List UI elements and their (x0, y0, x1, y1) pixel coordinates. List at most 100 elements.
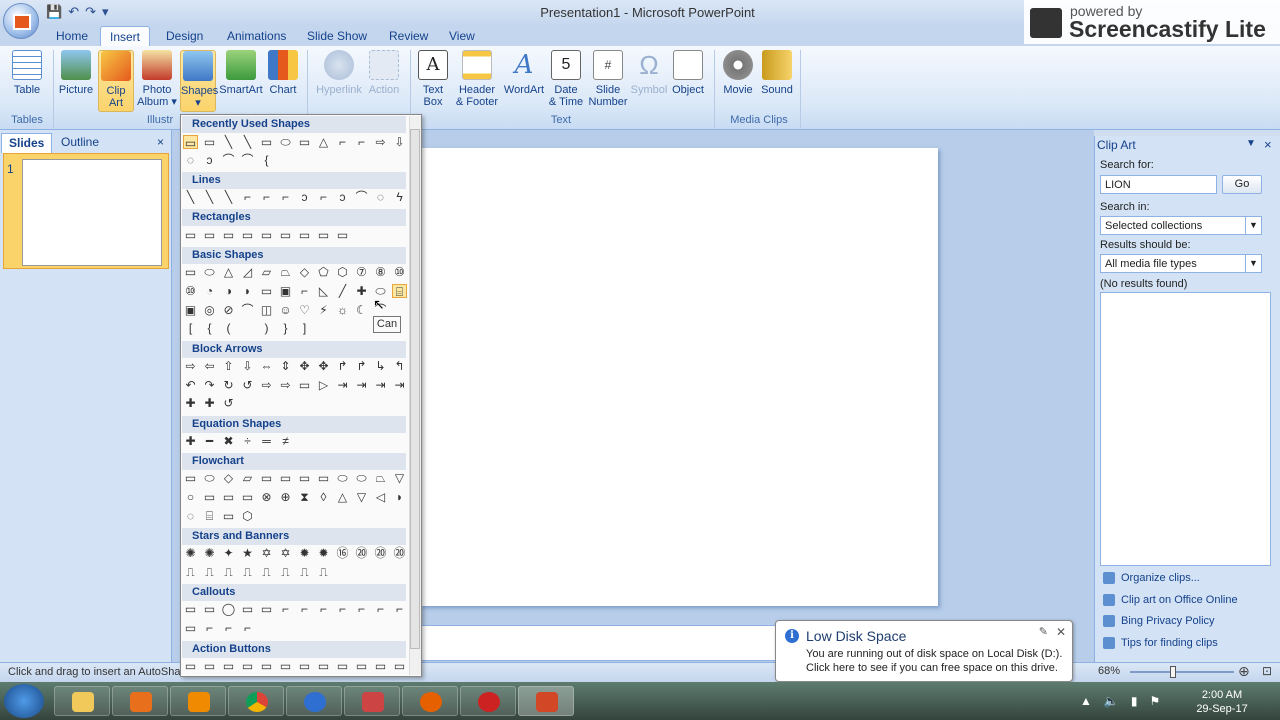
shape-option-icon[interactable]: ▭ (202, 135, 217, 149)
shape-option-icon[interactable]: ▭ (240, 228, 255, 242)
shape-option-icon[interactable]: ⌐ (297, 602, 312, 616)
shape-option-icon[interactable]: ▭ (259, 228, 274, 242)
shape-option-icon[interactable]: ▽ (392, 471, 407, 485)
shape-option-icon[interactable]: ♡ (297, 303, 312, 317)
table-button[interactable]: Table (8, 50, 46, 96)
shape-option-icon[interactable]: ⇥ (354, 378, 369, 392)
shape-option-icon[interactable]: ⌒ (221, 153, 236, 167)
shape-option-icon[interactable]: ▭ (297, 228, 312, 242)
taskbar-app-globe[interactable] (286, 686, 342, 716)
shape-option-icon[interactable]: ⇥ (373, 378, 388, 392)
zoom-slider-thumb[interactable] (1170, 666, 1176, 678)
taskbar-app-vlc[interactable] (170, 686, 226, 716)
shape-option-icon[interactable]: ⇨ (183, 359, 198, 373)
shape-option-icon[interactable]: ◇ (221, 471, 236, 485)
photo-album-button[interactable]: Photo Album ▾ (137, 50, 177, 108)
shape-option-icon[interactable]: ▭ (259, 659, 274, 673)
shape-option-icon[interactable]: ⬭ (278, 135, 293, 149)
shape-option-icon[interactable]: ☾ (354, 303, 369, 317)
taskbar-app-media[interactable] (112, 686, 168, 716)
shape-option-icon[interactable]: ⊘ (221, 303, 236, 317)
slide-number-button[interactable]: # Slide Number (587, 50, 629, 108)
shape-option-icon[interactable]: ⎍ (221, 565, 236, 579)
tab-review[interactable]: Review (380, 26, 437, 47)
shape-option-icon[interactable]: ⎍ (297, 565, 312, 579)
movie-button[interactable]: Movie (720, 50, 756, 96)
slide-canvas[interactable] (420, 148, 938, 606)
shape-option-icon[interactable]: ⌐ (335, 135, 350, 149)
tab-outline[interactable]: Outline (54, 133, 106, 153)
shape-option-icon[interactable]: ⌐ (354, 602, 369, 616)
text-box-button[interactable]: A Text Box (416, 50, 450, 108)
shape-option-icon[interactable]: ⇧ (221, 359, 236, 373)
shape-option-icon[interactable]: ⌐ (259, 190, 274, 204)
shape-option-icon[interactable]: ▭ (202, 659, 217, 673)
volume-icon[interactable]: 🔈 (1104, 694, 1119, 708)
pin-icon[interactable]: ✎ (1039, 625, 1048, 638)
close-icon[interactable]: ✕ (1056, 625, 1066, 639)
shape-option-icon[interactable]: ◊ (316, 490, 331, 504)
shape-option-icon[interactable]: ▭ (202, 602, 217, 616)
shape-option-icon[interactable]: ⏢ (373, 471, 388, 485)
shape-option-icon[interactable]: ◺ (316, 284, 331, 298)
shape-option-icon[interactable]: ▭ (335, 659, 350, 673)
shape-option-icon[interactable]: ⌐ (278, 190, 293, 204)
shape-option-icon[interactable]: ◑ (221, 284, 236, 298)
shape-option-icon[interactable]: ╲ (221, 135, 236, 149)
shape-option-icon[interactable]: ⌐ (373, 602, 388, 616)
shape-option-icon[interactable]: ◔ (202, 284, 217, 298)
shape-option-icon[interactable]: ⌸ (202, 509, 217, 523)
shape-option-icon[interactable]: ▭ (297, 135, 312, 149)
shape-option-icon[interactable]: ⑧ (373, 265, 388, 279)
shape-option-icon[interactable]: ⌐ (354, 135, 369, 149)
shape-option-icon[interactable]: ◌ (183, 153, 198, 167)
shape-option-icon[interactable]: ▭ (183, 135, 198, 150)
shape-option-icon[interactable]: ⎍ (183, 565, 198, 579)
shape-option-icon[interactable]: ▭ (221, 659, 236, 673)
pane-options-icon[interactable]: ▼ (1246, 138, 1256, 149)
shape-option-icon[interactable]: ⌐ (316, 602, 331, 616)
slide-thumbnail[interactable] (22, 159, 162, 266)
tab-animations[interactable]: Animations (218, 26, 295, 47)
shape-option-icon[interactable]: ⇩ (240, 359, 255, 373)
shape-option-icon[interactable]: ▭ (183, 471, 198, 485)
shape-option-icon[interactable]: ▭ (259, 135, 274, 149)
shape-option-icon[interactable]: ⇦ (202, 359, 217, 373)
shape-option-icon[interactable]: ✺ (202, 546, 217, 560)
shape-option-icon[interactable]: ↄ (335, 190, 350, 204)
shape-option-icon[interactable]: ▭ (297, 659, 312, 673)
shape-option-icon[interactable]: ⏢ (278, 265, 293, 279)
shape-option-icon[interactable]: ◌ (183, 509, 198, 523)
shape-option-icon[interactable]: ↰ (392, 359, 407, 373)
tab-insert[interactable]: Insert (100, 26, 151, 47)
shape-option-icon[interactable]: ╲ (240, 135, 255, 149)
shape-option-icon[interactable]: ⌒ (240, 303, 255, 317)
shape-option-icon[interactable]: ▭ (183, 602, 198, 616)
shape-option-icon[interactable]: ⑩ (392, 265, 407, 279)
shape-option-icon[interactable]: ▭ (297, 471, 312, 485)
shape-option-icon[interactable]: ↷ (202, 378, 217, 392)
shape-option-icon[interactable]: ⑳ (392, 546, 407, 560)
tab-slides[interactable]: Slides (1, 133, 53, 153)
sound-button[interactable]: Sound (759, 50, 795, 96)
chart-button[interactable]: Chart (266, 50, 300, 96)
shape-option-icon[interactable]: ▭ (183, 228, 198, 242)
shape-option-icon[interactable]: ⌐ (240, 621, 255, 635)
results-dropdown[interactable]: All media file types ▼ (1100, 254, 1262, 273)
taskbar-app-explorer[interactable] (54, 686, 110, 716)
shape-option-icon[interactable]: ↱ (354, 359, 369, 373)
bing-privacy-link[interactable]: Bing Privacy Policy (1103, 615, 1215, 627)
shape-option-icon[interactable]: ⑩ (183, 284, 198, 298)
shape-option-icon[interactable]: ] (297, 321, 312, 335)
start-button[interactable] (4, 684, 44, 718)
shape-option-icon[interactable]: ⌒ (354, 190, 369, 204)
shape-option-icon[interactable]: ▱ (259, 265, 274, 279)
shape-option-icon[interactable]: ⇨ (278, 378, 293, 392)
shape-option-icon[interactable]: ⑯ (335, 546, 350, 560)
shape-option-icon[interactable]: ▭ (392, 659, 407, 673)
shape-option-icon[interactable]: ϟ (392, 190, 407, 204)
shape-option-icon[interactable]: ⎍ (316, 565, 331, 579)
shape-option-icon[interactable]: ⑳ (354, 546, 369, 560)
shape-option-icon[interactable]: ▭ (221, 509, 236, 523)
shape-option-icon[interactable]: ⎍ (240, 565, 255, 579)
